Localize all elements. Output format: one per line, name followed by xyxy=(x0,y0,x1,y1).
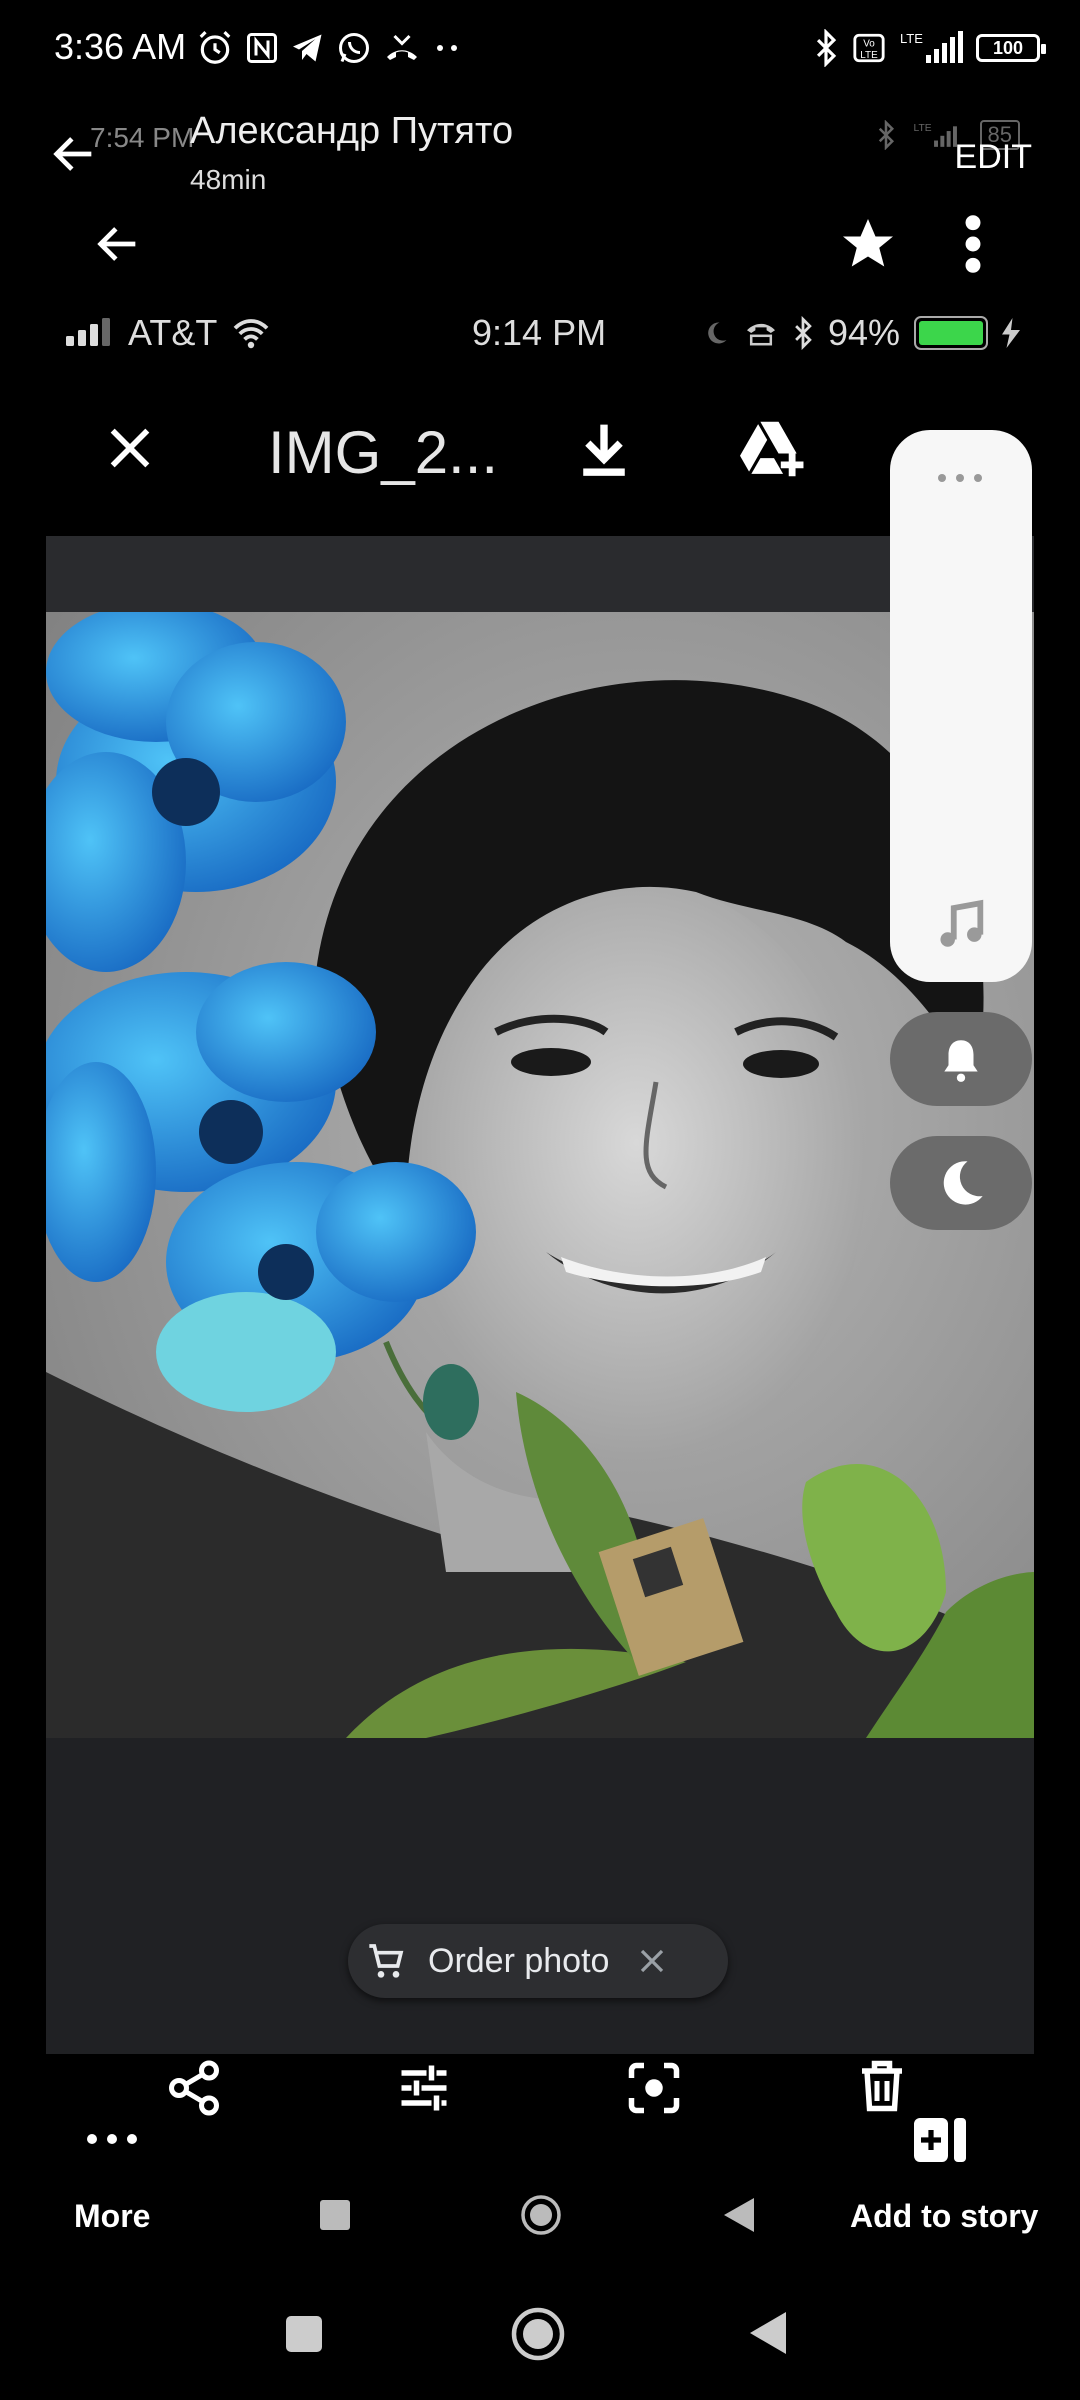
inner-home-icon xyxy=(521,2195,561,2235)
back-button[interactable] xyxy=(748,2310,788,2356)
inner-bluetooth-icon xyxy=(795,316,812,350)
share-icon[interactable] xyxy=(164,2058,224,2118)
tty-icon xyxy=(746,323,775,346)
more-dots-icon xyxy=(437,45,457,51)
order-photo-label: Order photo xyxy=(428,1941,610,1980)
photo-back-arrow-icon[interactable] xyxy=(92,218,144,270)
inner-status-right: 94% xyxy=(702,312,1020,354)
ghost-bluetooth-icon xyxy=(878,120,894,150)
charging-bolt-icon xyxy=(1002,318,1020,348)
svg-text:LTE: LTE xyxy=(860,50,878,61)
inner-carrier: AT&T xyxy=(128,312,218,353)
story-back-arrow-icon[interactable] xyxy=(48,128,100,180)
dark-mode-button[interactable] xyxy=(890,1136,1032,1230)
nfc-icon xyxy=(247,33,277,63)
story-author-name[interactable]: Александр Путято xyxy=(190,110,513,153)
edit-adjust-icon[interactable] xyxy=(394,2058,454,2118)
inner-carrier-group: AT&T xyxy=(64,312,271,354)
home-button[interactable] xyxy=(510,2306,566,2362)
google-lens-icon[interactable] xyxy=(624,2058,684,2118)
lte-signal-icon: LTE xyxy=(900,31,963,63)
moon-small-icon xyxy=(708,322,727,344)
ghost-status-time: 7:54 PM xyxy=(90,122,195,153)
favorite-star-icon[interactable] xyxy=(838,214,898,274)
volte-icon: VoLTE xyxy=(853,33,885,63)
inner-time: 9:14 PM xyxy=(472,312,607,353)
missed-call-icon xyxy=(387,34,417,60)
svg-text:LTE: LTE xyxy=(913,123,931,134)
alarm-icon xyxy=(199,31,231,64)
shared-screenshot: AT&T 9:14 PM 94% IMG_2... Order photo xyxy=(46,300,1034,2054)
add-to-story-label[interactable]: Add to story xyxy=(850,2198,1038,2235)
status-system-icons: Vo LTE LTE 100 xyxy=(812,26,1046,70)
bell-icon xyxy=(944,1040,978,1082)
overflow-menu-icon[interactable] xyxy=(956,212,990,276)
bluetooth-icon xyxy=(816,29,837,67)
telegram-icon xyxy=(293,34,322,62)
more-label[interactable]: More xyxy=(74,2198,150,2235)
status-time: 3:36 AM xyxy=(54,26,187,67)
status-bar: 3:36 AM Vo LTE LTE 100 xyxy=(0,0,1080,96)
download-icon[interactable] xyxy=(576,420,632,480)
cart-icon xyxy=(369,1944,404,1978)
add-to-drive-icon[interactable] xyxy=(740,416,808,482)
inner-back-icon xyxy=(724,2198,754,2232)
inner-battery-percent: 94% xyxy=(827,312,900,353)
inner-recents-icon xyxy=(320,2200,350,2230)
dismiss-chip-icon[interactable] xyxy=(637,1946,667,1976)
portrait-photo xyxy=(46,612,1034,1738)
status-notification-icons xyxy=(196,26,462,70)
whatsapp-icon xyxy=(339,33,369,63)
svg-text:Vo: Vo xyxy=(863,39,875,50)
inner-battery-icon xyxy=(914,316,988,350)
viewer-gap xyxy=(46,536,1034,612)
ring-mode-button[interactable] xyxy=(890,1012,1032,1106)
volume-panel[interactable] xyxy=(890,430,1032,982)
add-to-story-icon[interactable] xyxy=(912,2112,968,2168)
battery-icon: 100 xyxy=(976,34,1046,62)
music-note-icon xyxy=(940,899,984,947)
inner-ios-status-bar: AT&T 9:14 PM 94% xyxy=(46,300,1034,364)
drive-viewer-toolbar: IMG_2... xyxy=(46,364,1034,536)
svg-text:LTE: LTE xyxy=(900,31,923,46)
wifi-icon xyxy=(233,319,269,349)
close-icon[interactable] xyxy=(104,422,156,474)
order-photo-chip[interactable]: Order photo xyxy=(348,1924,728,1998)
more-icon[interactable] xyxy=(84,2126,140,2152)
recents-button[interactable] xyxy=(286,2316,322,2352)
edit-button[interactable]: EDIT xyxy=(955,138,1032,177)
delete-icon[interactable] xyxy=(852,2056,912,2116)
volume-more-icon[interactable] xyxy=(934,468,986,488)
story-time-ago: 48min xyxy=(190,164,267,195)
cell-signal-icon xyxy=(66,318,110,346)
moon-icon xyxy=(943,1161,983,1205)
file-title: IMG_2... xyxy=(268,419,499,486)
